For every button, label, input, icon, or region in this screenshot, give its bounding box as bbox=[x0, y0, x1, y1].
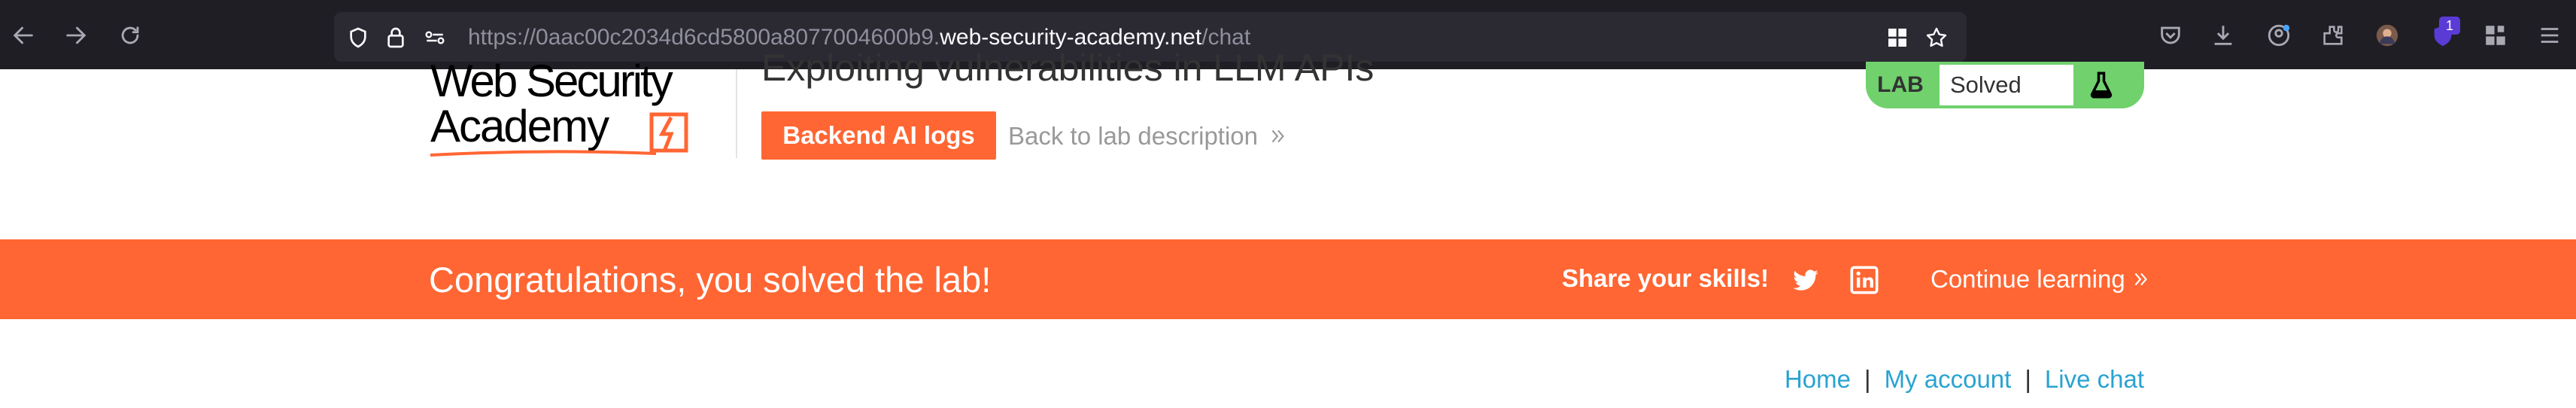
bookmark-star-icon[interactable] bbox=[1923, 24, 1950, 51]
permissions-icon[interactable] bbox=[421, 24, 448, 51]
congratulations-message: Congratulations, you solved the lab! bbox=[429, 260, 992, 300]
extension-badge: 1 bbox=[2439, 17, 2460, 35]
web-security-academy-logo[interactable]: Web Security Academy bbox=[430, 56, 731, 164]
lab-status-value: Solved bbox=[1940, 65, 2073, 105]
back-button[interactable] bbox=[6, 18, 41, 53]
double-chevron-right-icon bbox=[1268, 119, 1288, 157]
reload-icon bbox=[121, 26, 139, 44]
account-icon[interactable] bbox=[2263, 20, 2295, 51]
tracking-shield-icon[interactable] bbox=[345, 24, 372, 51]
lab-title: Exploiting vulnerabilities in LLM APIs bbox=[761, 47, 1375, 89]
lab-label: LAB bbox=[1877, 72, 1924, 97]
backend-ai-logs-button[interactable]: Backend AI logs bbox=[761, 111, 996, 160]
extensions-puzzle-icon[interactable] bbox=[2317, 20, 2349, 51]
back-to-lab-description-link[interactable]: Back to lab description bbox=[1008, 117, 1288, 155]
extensions-grid-icon[interactable] bbox=[2480, 20, 2511, 51]
twitter-icon[interactable] bbox=[1791, 265, 1821, 295]
home-link[interactable]: Home bbox=[1785, 365, 1851, 393]
link-separator: | bbox=[1864, 365, 1871, 393]
live-chat-link[interactable]: Live chat bbox=[2045, 365, 2144, 393]
lab-solved-banner: Congratulations, you solved the lab! Sha… bbox=[0, 239, 2576, 319]
continue-learning-link[interactable]: Continue learning bbox=[1930, 262, 2151, 297]
menu-icon[interactable] bbox=[2534, 20, 2565, 51]
extension-avatar-icon[interactable] bbox=[2371, 20, 2403, 51]
reload-button[interactable] bbox=[113, 18, 147, 53]
logo-underline bbox=[430, 150, 657, 157]
back-link-label: Back to lab description bbox=[1008, 122, 1259, 150]
double-chevron-right-icon bbox=[2131, 263, 2151, 298]
continue-learning-label: Continue learning bbox=[1930, 265, 2125, 293]
arrow-left-icon bbox=[13, 26, 33, 44]
logo-line-2: Academy bbox=[430, 101, 609, 151]
arrow-right-icon bbox=[66, 26, 87, 44]
logo-bolt-icon bbox=[658, 116, 674, 150]
downloads-icon[interactable] bbox=[2207, 20, 2239, 51]
lab-status-widget: LAB Solved bbox=[1866, 62, 2144, 108]
logo-line-1: Web Security bbox=[430, 59, 673, 106]
top-navigation-links: Home | My account | Live chat bbox=[1785, 363, 2144, 396]
flask-icon bbox=[2090, 72, 2113, 99]
linkedin-icon[interactable] bbox=[1849, 265, 1879, 295]
link-separator: | bbox=[2025, 365, 2031, 393]
reader-mode-icon[interactable] bbox=[1884, 24, 1911, 51]
share-skills-label: Share your skills! bbox=[1562, 264, 1769, 292]
header-divider bbox=[736, 69, 737, 158]
pocket-icon[interactable] bbox=[2155, 20, 2186, 51]
forward-button[interactable] bbox=[59, 18, 93, 53]
lock-icon[interactable] bbox=[382, 24, 409, 51]
my-account-link[interactable]: My account bbox=[1885, 365, 2012, 393]
